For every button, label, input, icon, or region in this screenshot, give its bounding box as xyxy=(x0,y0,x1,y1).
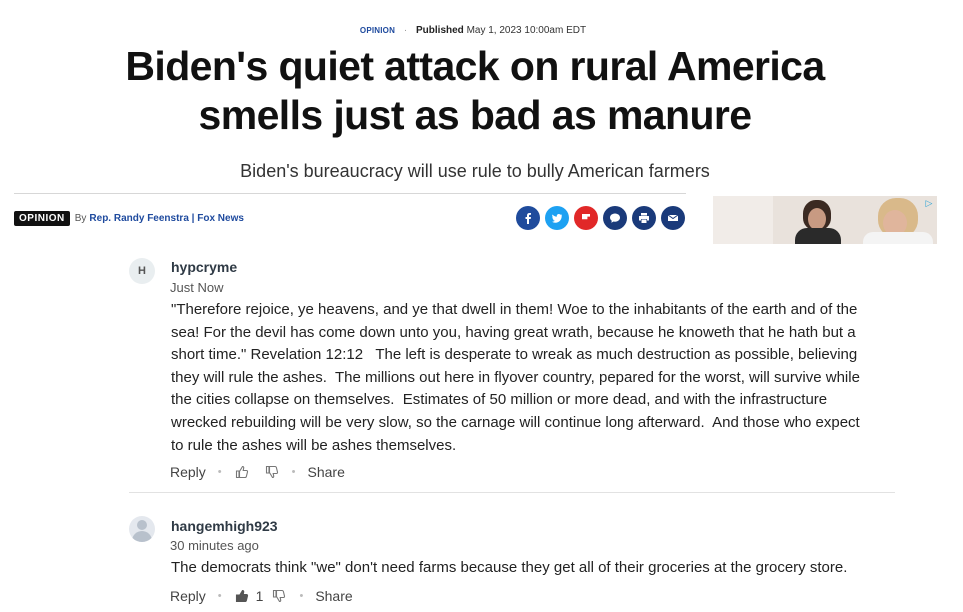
byline: OPINION By Rep. Randy Feenstra | Fox New… xyxy=(14,209,244,227)
email-icon[interactable] xyxy=(661,206,685,230)
article-meta: OPINION · Published May 1, 2023 10:00am … xyxy=(0,25,946,37)
separator-dot: • xyxy=(299,590,304,602)
like-count: 1 xyxy=(255,588,264,604)
comment-actions: Reply • • Share xyxy=(170,463,345,481)
ad-image-body xyxy=(863,232,933,244)
avatar[interactable] xyxy=(129,516,155,542)
reply-button[interactable]: Reply xyxy=(170,464,206,480)
opinion-badge[interactable]: OPINION xyxy=(14,210,70,226)
section-kicker[interactable]: OPINION xyxy=(360,26,395,35)
default-avatar-icon xyxy=(137,520,147,530)
separator-dot: • xyxy=(217,466,222,478)
comment-icon[interactable] xyxy=(603,206,627,230)
comment-timestamp[interactable]: Just Now xyxy=(170,280,223,295)
thumbs-down-icon[interactable] xyxy=(271,588,287,604)
separator-dot: • xyxy=(291,466,296,478)
separator-dot: · xyxy=(403,25,408,36)
advertisement-banner[interactable]: ▷ xyxy=(713,196,937,244)
author-link[interactable]: Rep. Randy Feenstra | Fox News xyxy=(89,213,244,224)
article-headline: Biden's quiet attack on rural America sm… xyxy=(125,43,825,138)
published-date: May 1, 2023 10:00am EDT xyxy=(466,25,587,36)
article-subheadline: Biden's bureaucracy will use rule to bul… xyxy=(240,161,710,181)
thumbs-down-icon[interactable] xyxy=(264,464,280,480)
ad-image-body xyxy=(795,228,841,244)
twitter-icon[interactable] xyxy=(545,206,569,230)
ad-image-face xyxy=(808,208,826,230)
adchoices-icon[interactable]: ▷ xyxy=(923,197,935,209)
header-divider xyxy=(14,193,686,194)
share-bar xyxy=(516,206,685,230)
comment-timestamp[interactable]: 30 minutes ago xyxy=(170,538,259,553)
published-label: Published xyxy=(416,25,464,36)
facebook-icon[interactable] xyxy=(516,206,540,230)
comment-divider xyxy=(129,492,895,493)
print-icon[interactable] xyxy=(632,206,656,230)
ad-image-background xyxy=(713,196,773,244)
comment-username[interactable]: hypcryme xyxy=(171,259,237,275)
thumbs-up-icon[interactable] xyxy=(234,464,250,480)
share-button[interactable]: Share xyxy=(308,464,345,480)
default-avatar-body xyxy=(132,531,152,542)
reply-button[interactable]: Reply xyxy=(170,588,206,604)
byline-by: By xyxy=(74,212,87,224)
separator-dot: • xyxy=(217,590,222,602)
comment-actions: Reply • 1 • Share xyxy=(170,587,353,605)
flipboard-icon[interactable] xyxy=(574,206,598,230)
share-button[interactable]: Share xyxy=(315,588,352,604)
comment-body: "Therefore rejoice, ye heavens, and ye t… xyxy=(171,301,865,454)
avatar[interactable]: H xyxy=(129,258,155,284)
comment-body: The democrats think "we" don't need farm… xyxy=(171,559,848,576)
comment-username[interactable]: hangemhigh923 xyxy=(171,518,278,534)
thumbs-up-icon[interactable] xyxy=(234,588,250,604)
